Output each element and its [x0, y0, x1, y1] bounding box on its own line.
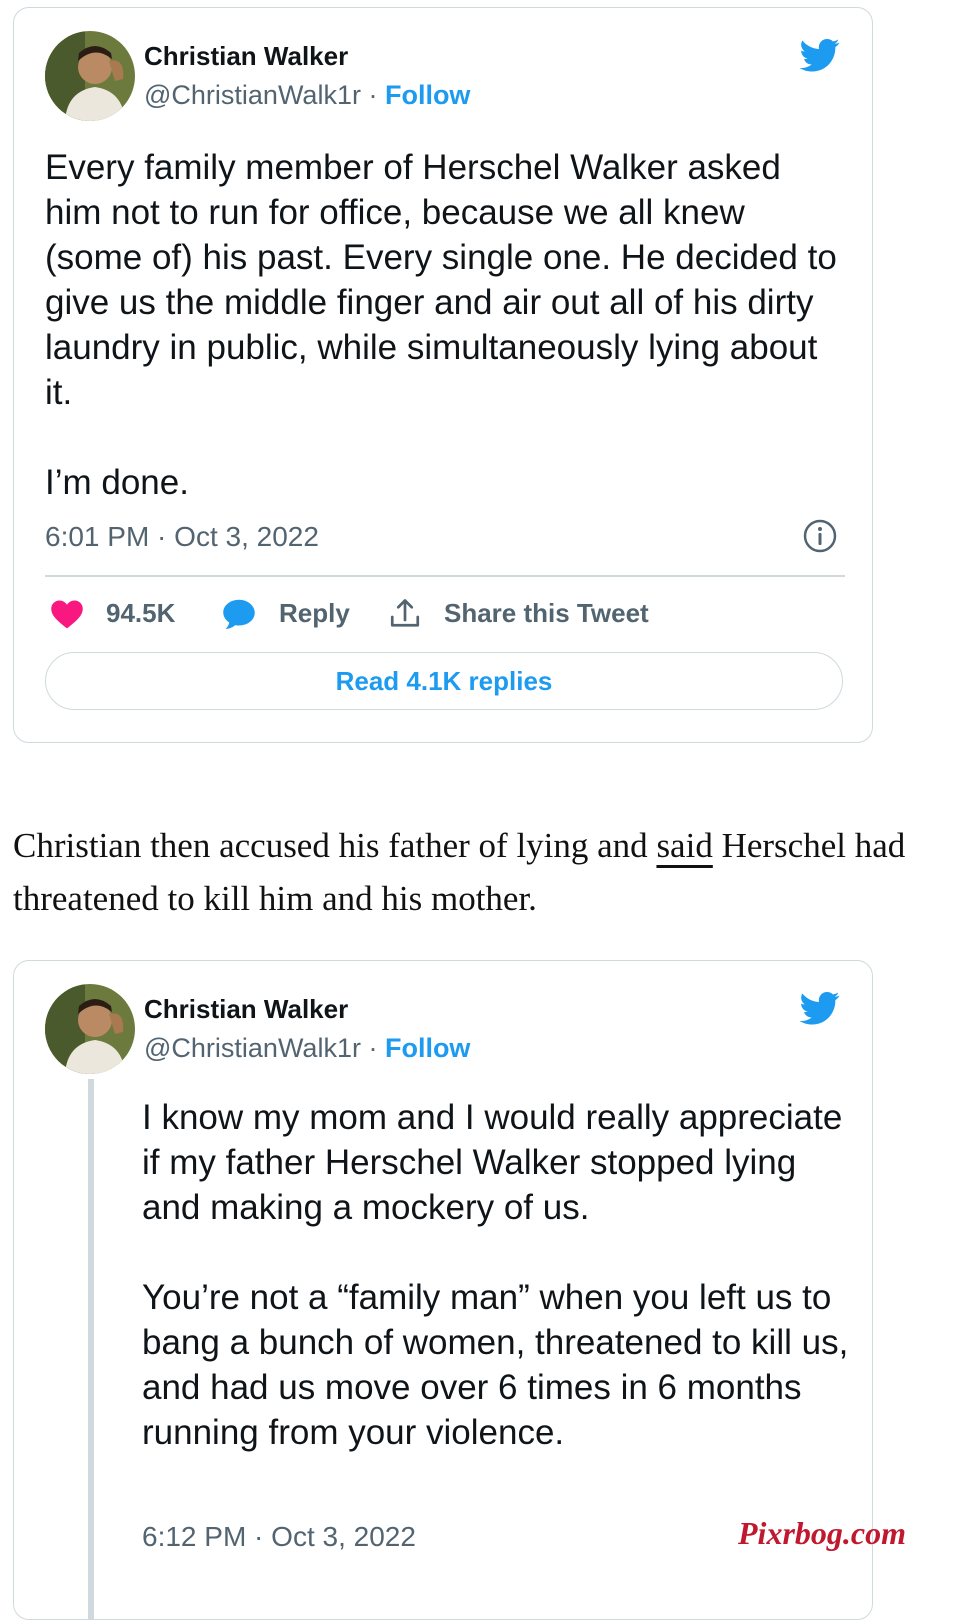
share-label: Share this Tweet [444, 598, 649, 628]
avatar[interactable] [45, 31, 135, 121]
twitter-bird-icon[interactable] [797, 988, 843, 1028]
thread-connector-line [88, 1079, 94, 1619]
twitter-bird-icon[interactable] [797, 35, 843, 75]
reply-label: Reply [279, 598, 350, 628]
article-text-1: Christian then accused his father of lyi… [13, 826, 657, 865]
article-text-3: threatened to kill him and his mother. [13, 879, 537, 918]
article-link[interactable]: said [656, 826, 712, 865]
watermark-logo: Pixrbog.com [738, 1515, 906, 1551]
share-button[interactable]: Share this Tweet [387, 594, 667, 634]
divider [45, 575, 845, 577]
timestamp-link[interactable]: 6:12 PM · Oct 3, 2022 [142, 1521, 416, 1553]
tweet-text: Every family member of Herschel Walker a… [45, 148, 837, 502]
separator: · [360, 1033, 385, 1063]
tweet-text: I know my mom and I would really appreci… [142, 1098, 849, 1452]
author-name[interactable]: Christian Walker [144, 41, 348, 72]
handle-line: @ChristianWalk1r · Follow [144, 1033, 470, 1064]
article-paragraph: Christian then accused his father of lyi… [13, 819, 958, 925]
author-handle[interactable]: @ChristianWalk1r [144, 80, 361, 110]
follow-link[interactable]: Follow [385, 1033, 470, 1063]
heart-icon [51, 600, 83, 629]
article-text-2: Herschel had [712, 826, 906, 865]
share-upload-icon [390, 599, 420, 627]
tweet-meta: 6:01 PM · Oct 3, 2022 [45, 518, 845, 557]
follow-link[interactable]: Follow [385, 80, 470, 110]
like-count: 94.5K [106, 598, 176, 628]
info-icon[interactable] [802, 518, 838, 554]
author-handle[interactable]: @ChristianWalk1r [144, 1033, 361, 1063]
tweet-card: Christian Walker @ChristianWalk1r · Foll… [13, 7, 873, 743]
reply-button[interactable]: Reply [221, 594, 351, 634]
action-bar: 94.5K Reply Share this Tweet [49, 594, 849, 634]
handle-line: @ChristianWalk1r · Follow [144, 80, 470, 111]
avatar[interactable] [45, 984, 135, 1074]
author-name[interactable]: Christian Walker [144, 994, 348, 1025]
timestamp-link[interactable]: 6:01 PM · Oct 3, 2022 [45, 521, 319, 553]
read-replies-button[interactable]: Read 4.1K replies [45, 652, 843, 710]
separator: · [360, 80, 385, 110]
like-button[interactable]: 94.5K [49, 594, 189, 634]
speech-bubble-icon [223, 599, 255, 629]
